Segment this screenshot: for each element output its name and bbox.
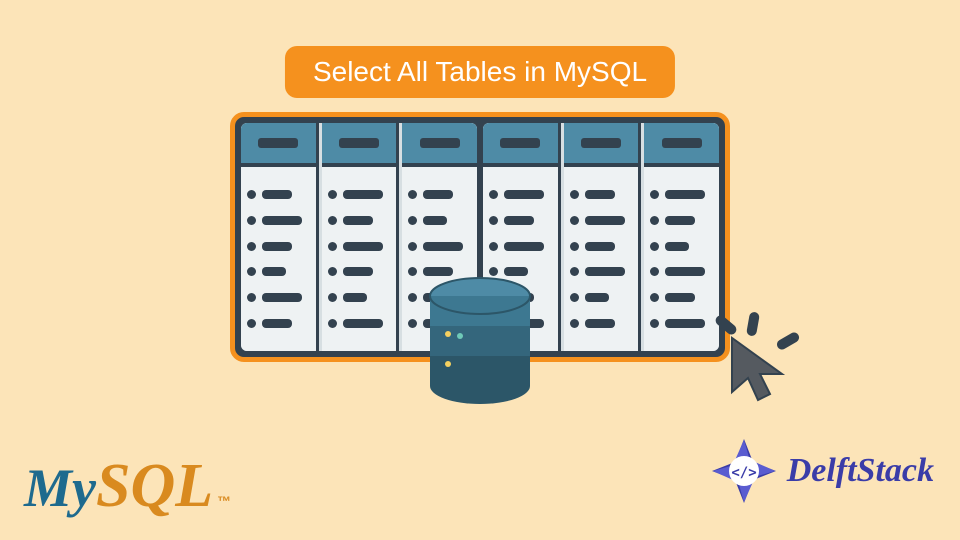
svg-text:</>: </> [731,465,756,481]
cursor-icon [720,330,800,410]
mysql-logo-sql: SQL [96,451,213,522]
delftstack-logo-text: DelftStack [787,452,934,490]
server-column [644,123,719,351]
delftstack-emblem-icon: </> [709,436,779,506]
server-column-header [241,123,316,167]
server-column [241,123,319,351]
database-icon [420,274,540,414]
page-title: Select All Tables in MySQL [285,46,675,98]
delftstack-logo: </> DelftStack [709,436,934,506]
mysql-logo: MySQL™ [24,451,231,522]
server-column [564,123,642,351]
mysql-logo-tm: ™ [217,493,231,509]
mysql-logo-my: My [24,457,96,519]
server-column [322,123,400,351]
